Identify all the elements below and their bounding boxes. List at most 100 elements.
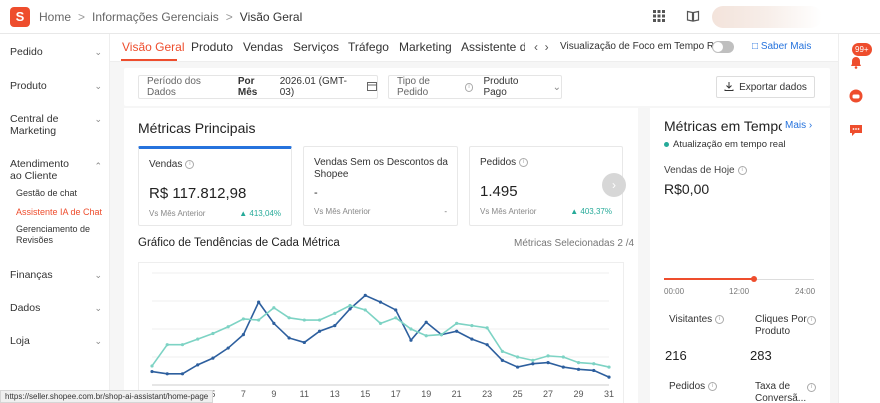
- data-point[interactable]: [500, 358, 504, 362]
- shopee-logo[interactable]: S: [10, 6, 30, 27]
- data-point[interactable]: [196, 337, 200, 341]
- data-point[interactable]: [226, 346, 230, 350]
- data-point[interactable]: [348, 303, 352, 308]
- data-point[interactable]: [272, 321, 276, 325]
- sidebar-item-financas[interactable]: Finanças ⌄: [10, 269, 102, 281]
- data-point[interactable]: [363, 293, 367, 297]
- tab-marketing[interactable]: Marketing: [399, 40, 452, 54]
- tab-servicos[interactable]: Serviços: [293, 40, 339, 54]
- data-point[interactable]: [607, 375, 611, 379]
- chat-bubble-icon[interactable]: [848, 122, 864, 138]
- sidebar-sub-assistente-ia[interactable]: Assistente IA de Chat: [16, 207, 104, 218]
- data-point[interactable]: [592, 362, 596, 366]
- data-point[interactable]: [150, 364, 154, 368]
- chevron-right-icon[interactable]: ›: [545, 40, 549, 54]
- data-point[interactable]: [576, 361, 581, 365]
- data-point[interactable]: [546, 361, 550, 365]
- data-point[interactable]: [302, 340, 306, 345]
- data-point[interactable]: [165, 372, 169, 376]
- data-point[interactable]: [196, 363, 200, 367]
- focus-mode-toggle[interactable]: [712, 41, 734, 53]
- user-account-menu[interactable]: [712, 6, 822, 28]
- apps-grid-icon[interactable]: [652, 9, 668, 25]
- data-point[interactable]: [211, 331, 215, 336]
- metric-card-pedidos[interactable]: Pedidos i 1.495 Vs Mês Anterior ▲ 403,37%: [469, 146, 623, 226]
- data-point[interactable]: [546, 354, 550, 358]
- data-point[interactable]: [394, 316, 398, 320]
- period-picker[interactable]: Período dos Dados Por Mês 2026.01 (GMT-0…: [138, 75, 378, 99]
- tab-trafego[interactable]: Tráfego: [348, 40, 389, 54]
- data-point[interactable]: [561, 355, 565, 359]
- data-point[interactable]: [348, 307, 352, 311]
- data-point[interactable]: [531, 362, 535, 366]
- data-point[interactable]: [287, 336, 291, 340]
- data-point[interactable]: [531, 358, 535, 362]
- metrics-next-button[interactable]: ›: [602, 173, 626, 197]
- selected-metrics-link[interactable]: Métricas Selecionadas 2 /4: [514, 238, 634, 249]
- data-point[interactable]: [211, 356, 215, 360]
- data-point[interactable]: [165, 343, 169, 347]
- data-point[interactable]: [241, 317, 245, 321]
- sidebar-item-produto[interactable]: Produto ⌄: [10, 80, 102, 92]
- book-icon[interactable]: [686, 9, 702, 25]
- data-point[interactable]: [257, 318, 261, 322]
- saber-mais-link[interactable]: □ Saber Mais: [752, 41, 811, 52]
- data-point[interactable]: [394, 308, 398, 312]
- data-point[interactable]: [180, 372, 185, 376]
- breadcrumb-home[interactable]: Home: [39, 10, 71, 24]
- data-point[interactable]: [455, 321, 459, 325]
- realtime-more-link[interactable]: Mais ›: [785, 120, 812, 131]
- data-point[interactable]: [424, 320, 428, 324]
- data-point[interactable]: [455, 329, 459, 333]
- sidebar-sub-revisoes[interactable]: Gerenciamento de Revisões: [16, 224, 106, 246]
- data-point[interactable]: [500, 349, 504, 353]
- metric-card-vendas[interactable]: Vendas i R$ 117.812,98 Vs Mês Anterior ▲ …: [138, 146, 292, 226]
- data-point[interactable]: [561, 365, 565, 369]
- data-point[interactable]: [592, 368, 596, 373]
- data-point[interactable]: [470, 324, 474, 328]
- data-point[interactable]: [485, 326, 489, 330]
- data-point[interactable]: [424, 334, 428, 338]
- data-point[interactable]: [363, 308, 367, 312]
- data-point[interactable]: [576, 367, 581, 371]
- support-headset-icon[interactable]: [848, 88, 864, 104]
- data-point[interactable]: [516, 365, 520, 369]
- sidebar-item-atendimento[interactable]: Atendimento ao Cliente: [10, 158, 80, 182]
- data-point[interactable]: [317, 318, 322, 322]
- tab-assistente[interactable]: Assistente de: [461, 40, 525, 54]
- data-point[interactable]: [226, 325, 230, 329]
- sidebar-sub-gestao-chat[interactable]: Gestão de chat: [16, 188, 104, 199]
- data-point[interactable]: [409, 327, 413, 331]
- data-point[interactable]: [378, 300, 383, 304]
- data-point[interactable]: [257, 300, 261, 304]
- data-point[interactable]: [409, 338, 413, 342]
- data-point[interactable]: [378, 321, 383, 325]
- data-point[interactable]: [150, 369, 154, 374]
- sidebar-item-dados[interactable]: Dados ⌄: [10, 302, 102, 314]
- data-point[interactable]: [333, 311, 337, 315]
- data-point[interactable]: [516, 355, 520, 359]
- sidebar-item-loja[interactable]: Loja ⌄: [10, 335, 102, 347]
- tab-visao-geral[interactable]: Visão Geral: [122, 40, 184, 54]
- data-point[interactable]: [439, 333, 444, 337]
- chevron-left-icon[interactable]: ‹: [534, 40, 538, 54]
- tab-produto[interactable]: Produto: [191, 40, 233, 54]
- sidebar-item-marketing[interactable]: Central de Marketing: [10, 113, 80, 137]
- data-point[interactable]: [241, 333, 245, 337]
- data-point[interactable]: [287, 316, 291, 320]
- export-button[interactable]: Exportar dados: [716, 76, 815, 98]
- sidebar-item-pedido[interactable]: Pedido ⌄: [10, 46, 102, 58]
- data-point[interactable]: [333, 324, 337, 328]
- metric-card-vendas-sem-descontos[interactable]: Vendas Sem os Descontos da Shopee - Vs M…: [303, 146, 458, 226]
- data-point[interactable]: [485, 343, 489, 347]
- data-point[interactable]: [272, 306, 276, 310]
- data-point[interactable]: [180, 343, 185, 347]
- data-point[interactable]: [607, 365, 611, 369]
- data-point[interactable]: [317, 329, 322, 333]
- order-type-select[interactable]: Tipo de Pedido i Produto Pago ⌄: [388, 75, 562, 99]
- notification-bell-icon[interactable]: [848, 54, 864, 70]
- tab-vendas[interactable]: Vendas: [243, 40, 283, 54]
- data-point[interactable]: [470, 337, 474, 341]
- data-point[interactable]: [302, 318, 306, 322]
- breadcrumb-info[interactable]: Informações Gerenciais: [92, 10, 219, 24]
